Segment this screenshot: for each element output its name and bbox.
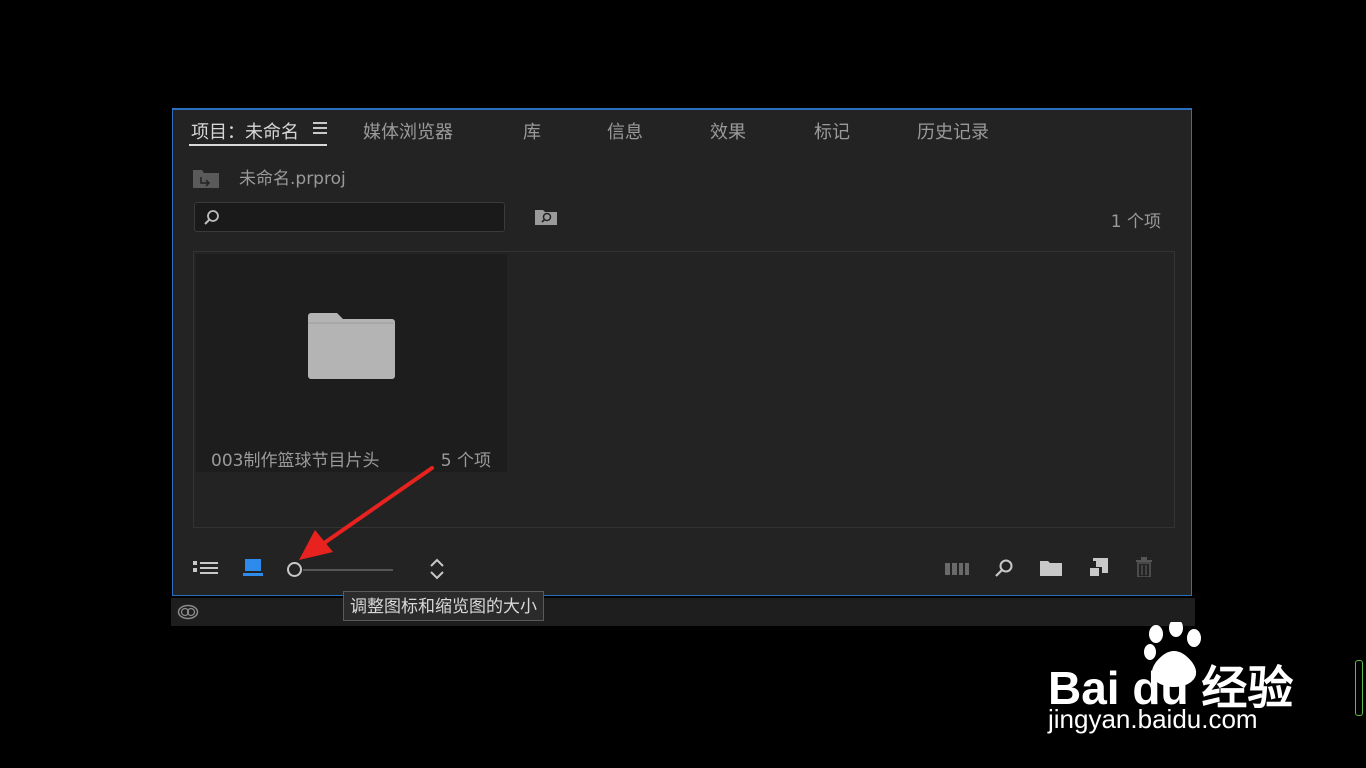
baidu-watermark: Bai du 经验 jingyan.baidu.com [1046,622,1296,742]
tab-effects[interactable]: 效果 [710,118,746,144]
parent-folder-icon[interactable] [193,168,219,188]
bin-thumbnail[interactable]: 003制作篮球节目片头 5 个项 [196,254,507,472]
zoom-slider-handle[interactable] [287,562,302,577]
project-file-name: 未命名.prproj [239,169,346,189]
tab-history[interactable]: 历史记录 [917,118,989,144]
delete-icon[interactable] [1135,557,1153,577]
find-bin-icon[interactable] [534,207,558,227]
new-item-icon[interactable] [1090,558,1108,576]
zoom-slider-track[interactable] [303,569,393,571]
status-strip [171,598,1195,626]
annotation-arrow [299,466,434,560]
panel-tab-bar: 项目：未命名 媒体浏览器 库 信息 效果 标记 历史记录 [173,110,1191,150]
tab-project[interactable]: 项目：未命名 [191,118,299,144]
automate-to-sequence-icon[interactable] [945,562,969,576]
watermark-url: jingyan.baidu.com [1048,704,1258,734]
folder-icon [308,313,395,379]
tab-media-browser[interactable]: 媒体浏览器 [363,118,453,144]
project-item-count: 1 个项 [1110,212,1161,232]
search-input[interactable] [194,202,505,232]
tooltip: 调整图标和缩览图的大小 [343,591,544,621]
icon-view-icon[interactable] [243,559,263,577]
tab-libraries[interactable]: 库 [523,118,541,144]
active-tab-underline [189,144,327,146]
creative-cloud-icon[interactable] [177,604,199,620]
bin-item-count: 5 个项 [440,451,491,471]
tab-markers[interactable]: 标记 [814,118,850,144]
level-meter [1355,660,1363,716]
tab-info[interactable]: 信息 [607,118,643,144]
panel-menu-icon[interactable] [313,122,327,134]
find-icon[interactable] [994,558,1014,578]
new-bin-icon[interactable] [1040,559,1062,577]
search-icon [204,210,219,225]
list-view-icon[interactable] [193,560,219,578]
